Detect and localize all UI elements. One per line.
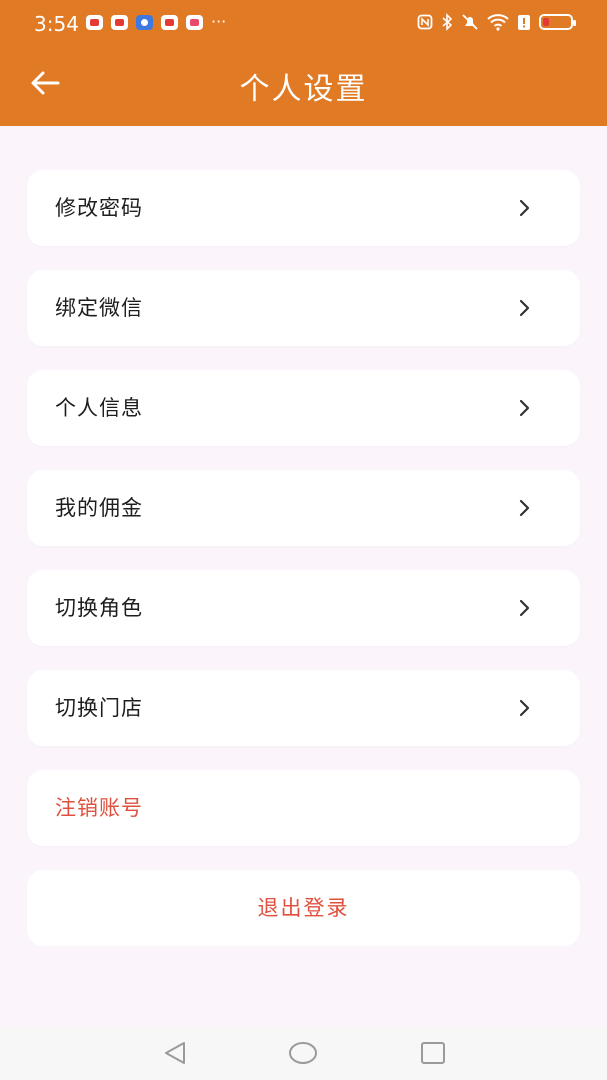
menu-item-switch-role[interactable]: 切换角色 (27, 570, 580, 646)
chevron-right-icon (519, 699, 530, 717)
status-bar: 3:54 ··· (0, 0, 607, 46)
huawei-app-icon (86, 15, 103, 30)
menu-item-label: 切换角色 (55, 596, 143, 620)
menu-item-label: 注销账号 (55, 796, 143, 820)
page-title: 个人设置 (239, 72, 368, 107)
battery-icon (539, 14, 576, 30)
mute-icon (462, 14, 478, 30)
logout-label: 退出登录 (257, 896, 350, 920)
chevron-right-icon (519, 299, 530, 317)
chevron-right-icon (519, 499, 530, 517)
shield-app-icon (136, 15, 153, 30)
menu-item-label: 绑定微信 (55, 296, 143, 320)
system-icons (417, 13, 576, 31)
wifi-icon (487, 14, 509, 31)
logout-button[interactable]: 退出登录 (27, 870, 580, 946)
settings-list: 修改密码 绑定微信 个人信息 我的佣金 切换角色 切换门店 注销账号 退出登录 (27, 170, 580, 946)
app-header: 3:54 ··· 个人设置 (0, 0, 607, 126)
notification-icons: ··· (86, 12, 227, 31)
menu-item-bind-wechat[interactable]: 绑定微信 (27, 270, 580, 346)
menu-item-label: 个人信息 (55, 396, 143, 420)
chevron-right-icon (519, 599, 530, 617)
book-app-icon (186, 15, 203, 30)
menu-item-label: 我的佣金 (55, 496, 143, 520)
chevron-right-icon (519, 199, 530, 217)
nfc-icon (417, 14, 433, 30)
system-nav-bar (0, 1026, 607, 1080)
back-nav-icon[interactable] (160, 1038, 190, 1068)
recents-nav-icon[interactable] (418, 1038, 448, 1068)
status-time: 3:54 (34, 12, 79, 36)
menu-item-personal-info[interactable]: 个人信息 (27, 370, 580, 446)
weibo-app-icon (161, 15, 178, 30)
home-nav-icon[interactable] (288, 1038, 318, 1068)
bluetooth-icon (442, 13, 453, 31)
red-app-icon (111, 15, 128, 30)
menu-item-switch-store[interactable]: 切换门店 (27, 670, 580, 746)
menu-item-delete-account[interactable]: 注销账号 (27, 770, 580, 846)
menu-item-label: 切换门店 (55, 696, 143, 720)
chevron-right-icon (519, 399, 530, 417)
menu-item-change-password[interactable]: 修改密码 (27, 170, 580, 246)
menu-item-my-commission[interactable]: 我的佣金 (27, 470, 580, 546)
battery-alert-icon (518, 15, 530, 30)
more-notifications-icon: ··· (211, 12, 227, 31)
menu-item-label: 修改密码 (55, 196, 143, 220)
